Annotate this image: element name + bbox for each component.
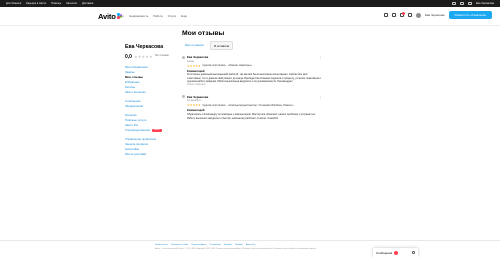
profile-sidebar: Ева Черкасова 0,0 ★★★★★ Нет отзывов Мои …	[125, 44, 180, 157]
avatar	[182, 55, 185, 59]
rating-value: 0,0	[125, 54, 132, 60]
user-avatar[interactable]	[416, 12, 422, 18]
page-title: Мои отзывы	[182, 30, 225, 37]
review-author[interactable]: Ева Черкасова	[187, 55, 208, 59]
review-stars-icon: ★★★★★	[187, 63, 201, 68]
review-header: Ева Черкасова	[182, 55, 322, 59]
logo-text: Avito	[98, 11, 116, 21]
footer-link[interactable]: Авито Pro	[246, 244, 256, 246]
review-comment-title: Комментарий	[187, 69, 205, 73]
review-body: Обратилась к Александру за помощью с ком…	[187, 113, 316, 120]
nav-services[interactable]: Услуги	[168, 14, 177, 18]
topbar-user[interactable]: Ева Черкасова	[476, 2, 494, 5]
topbar-link-business[interactable]: Для бизнеса	[6, 2, 21, 5]
review-category: Ремонт квартиры	[187, 83, 206, 86]
reviews-tabs: Мне оставили Я оставила	[182, 41, 322, 50]
review-date: вчера	[187, 59, 194, 63]
topbar-link-career[interactable]: Карьера в Авито	[26, 2, 46, 5]
menu-delivery-places[interactable]: Места доставки	[125, 152, 180, 157]
chat-icon[interactable]	[467, 2, 472, 5]
reviews-main: Мои отзывы Мне оставили Я оставила Ева Ч…	[182, 30, 322, 120]
profile-name: Ева Черкасова	[125, 44, 164, 50]
bell-icon[interactable]	[451, 2, 456, 5]
review-card: Ева Черкасова ⋮ 14 декабря ★★★★★ Сделка …	[182, 95, 322, 120]
topbar-link-catalogs[interactable]: Каталоги	[66, 2, 77, 5]
footer-link[interactable]: Безопасность	[155, 244, 168, 246]
review-header: Ева Черкасова	[182, 95, 322, 99]
footer-link[interactable]: Реклама на сайте	[171, 244, 188, 246]
footer-links: Безопасность Реклама на сайте Правила Ав…	[155, 244, 255, 246]
footer-link[interactable]: Карьера	[224, 244, 232, 246]
header-nav: Авто Недвижимость Работа Услуги Ещё	[118, 14, 187, 18]
topbar-right: Ева Черкасова	[451, 0, 494, 7]
messages-widget[interactable]: Сообщения	[373, 248, 418, 257]
profile-menu: Мои объявления Заказы Мои отзывы Избранн…	[125, 65, 180, 157]
topbar-link-delivery[interactable]: Доставка	[82, 2, 93, 5]
expand-icon[interactable]	[412, 251, 415, 254]
notification-dot	[402, 12, 406, 15]
review-stars-icon: ★★★★★	[187, 103, 201, 108]
footer-legal-text: Авито — сайт объявлений России. © ООО «К…	[155, 248, 317, 250]
nav-realty[interactable]: Недвижимость	[129, 14, 148, 18]
more-options-icon[interactable]: ⋮	[319, 95, 322, 99]
header-user-link[interactable]: Ева Черкасова	[425, 13, 444, 17]
heart-icon[interactable]	[459, 2, 464, 5]
avatar	[182, 95, 185, 99]
review-deal: ★★★★★ Сделка состоялась · «Компьютерный …	[187, 103, 322, 107]
review-deal-text: Сделка состоялась · «Компьютерный мастер…	[202, 103, 294, 107]
more-options-icon[interactable]: ⋮	[319, 55, 322, 59]
review-deal: ★★★★★ Сделка состоялась · «Ремонт кварти…	[187, 64, 322, 68]
no-reviews-link[interactable]: Нет отзывов	[155, 54, 171, 57]
unread-dot	[394, 250, 399, 255]
nav-auto[interactable]: Авто	[118, 14, 124, 18]
footer-link[interactable]: Правила Авито	[192, 244, 207, 246]
review-comment-title: Комментарий	[187, 109, 205, 113]
new-badge: Новое	[151, 128, 162, 132]
header: Avito Авто Недвижимость Работа Услуги Ещ…	[0, 7, 500, 26]
tab-left[interactable]: Я оставила	[209, 41, 234, 50]
review-deal-text: Сделка состоялась · «Ремонт квартиры»	[202, 64, 252, 68]
footer-link[interactable]: О компании	[209, 244, 220, 246]
messages-icon[interactable]	[408, 13, 413, 17]
post-ad-button[interactable]: Разместить объявление	[448, 11, 492, 19]
top-bar: Для бизнеса Карьера в Авито Помощь Катал…	[0, 0, 500, 7]
header-right: Ева Черкасова Разместить объявление	[384, 11, 492, 19]
profile-rating: 0,0 ★★★★★ Нет отзывов	[125, 54, 180, 60]
topbar-link-help[interactable]: Помощь	[51, 2, 61, 5]
favorites-icon[interactable]	[384, 13, 389, 17]
rating-stars-icon: ★★★★★	[133, 54, 153, 59]
footer: Безопасность Реклама на сайте Правила Ав…	[0, 240, 500, 257]
review-body: Я остались довольна выполненной работой,…	[187, 73, 321, 83]
review-date: 14 декабря	[187, 99, 201, 103]
menu-special-offers-label: Спецпредложения	[125, 127, 150, 132]
review-card: Ева Черкасова ⋮ вчера ★★★★★ Сделка состо…	[182, 55, 322, 86]
messages-widget-label: Сообщения	[376, 250, 393, 255]
tab-received[interactable]: Мне оставили	[182, 41, 207, 50]
nav-jobs[interactable]: Работа	[153, 14, 162, 18]
footer-link[interactable]: Помощь	[235, 244, 243, 246]
cart-icon[interactable]	[392, 13, 397, 17]
nav-more[interactable]: Ещё	[181, 14, 187, 18]
notifications-icon[interactable]	[400, 12, 406, 17]
